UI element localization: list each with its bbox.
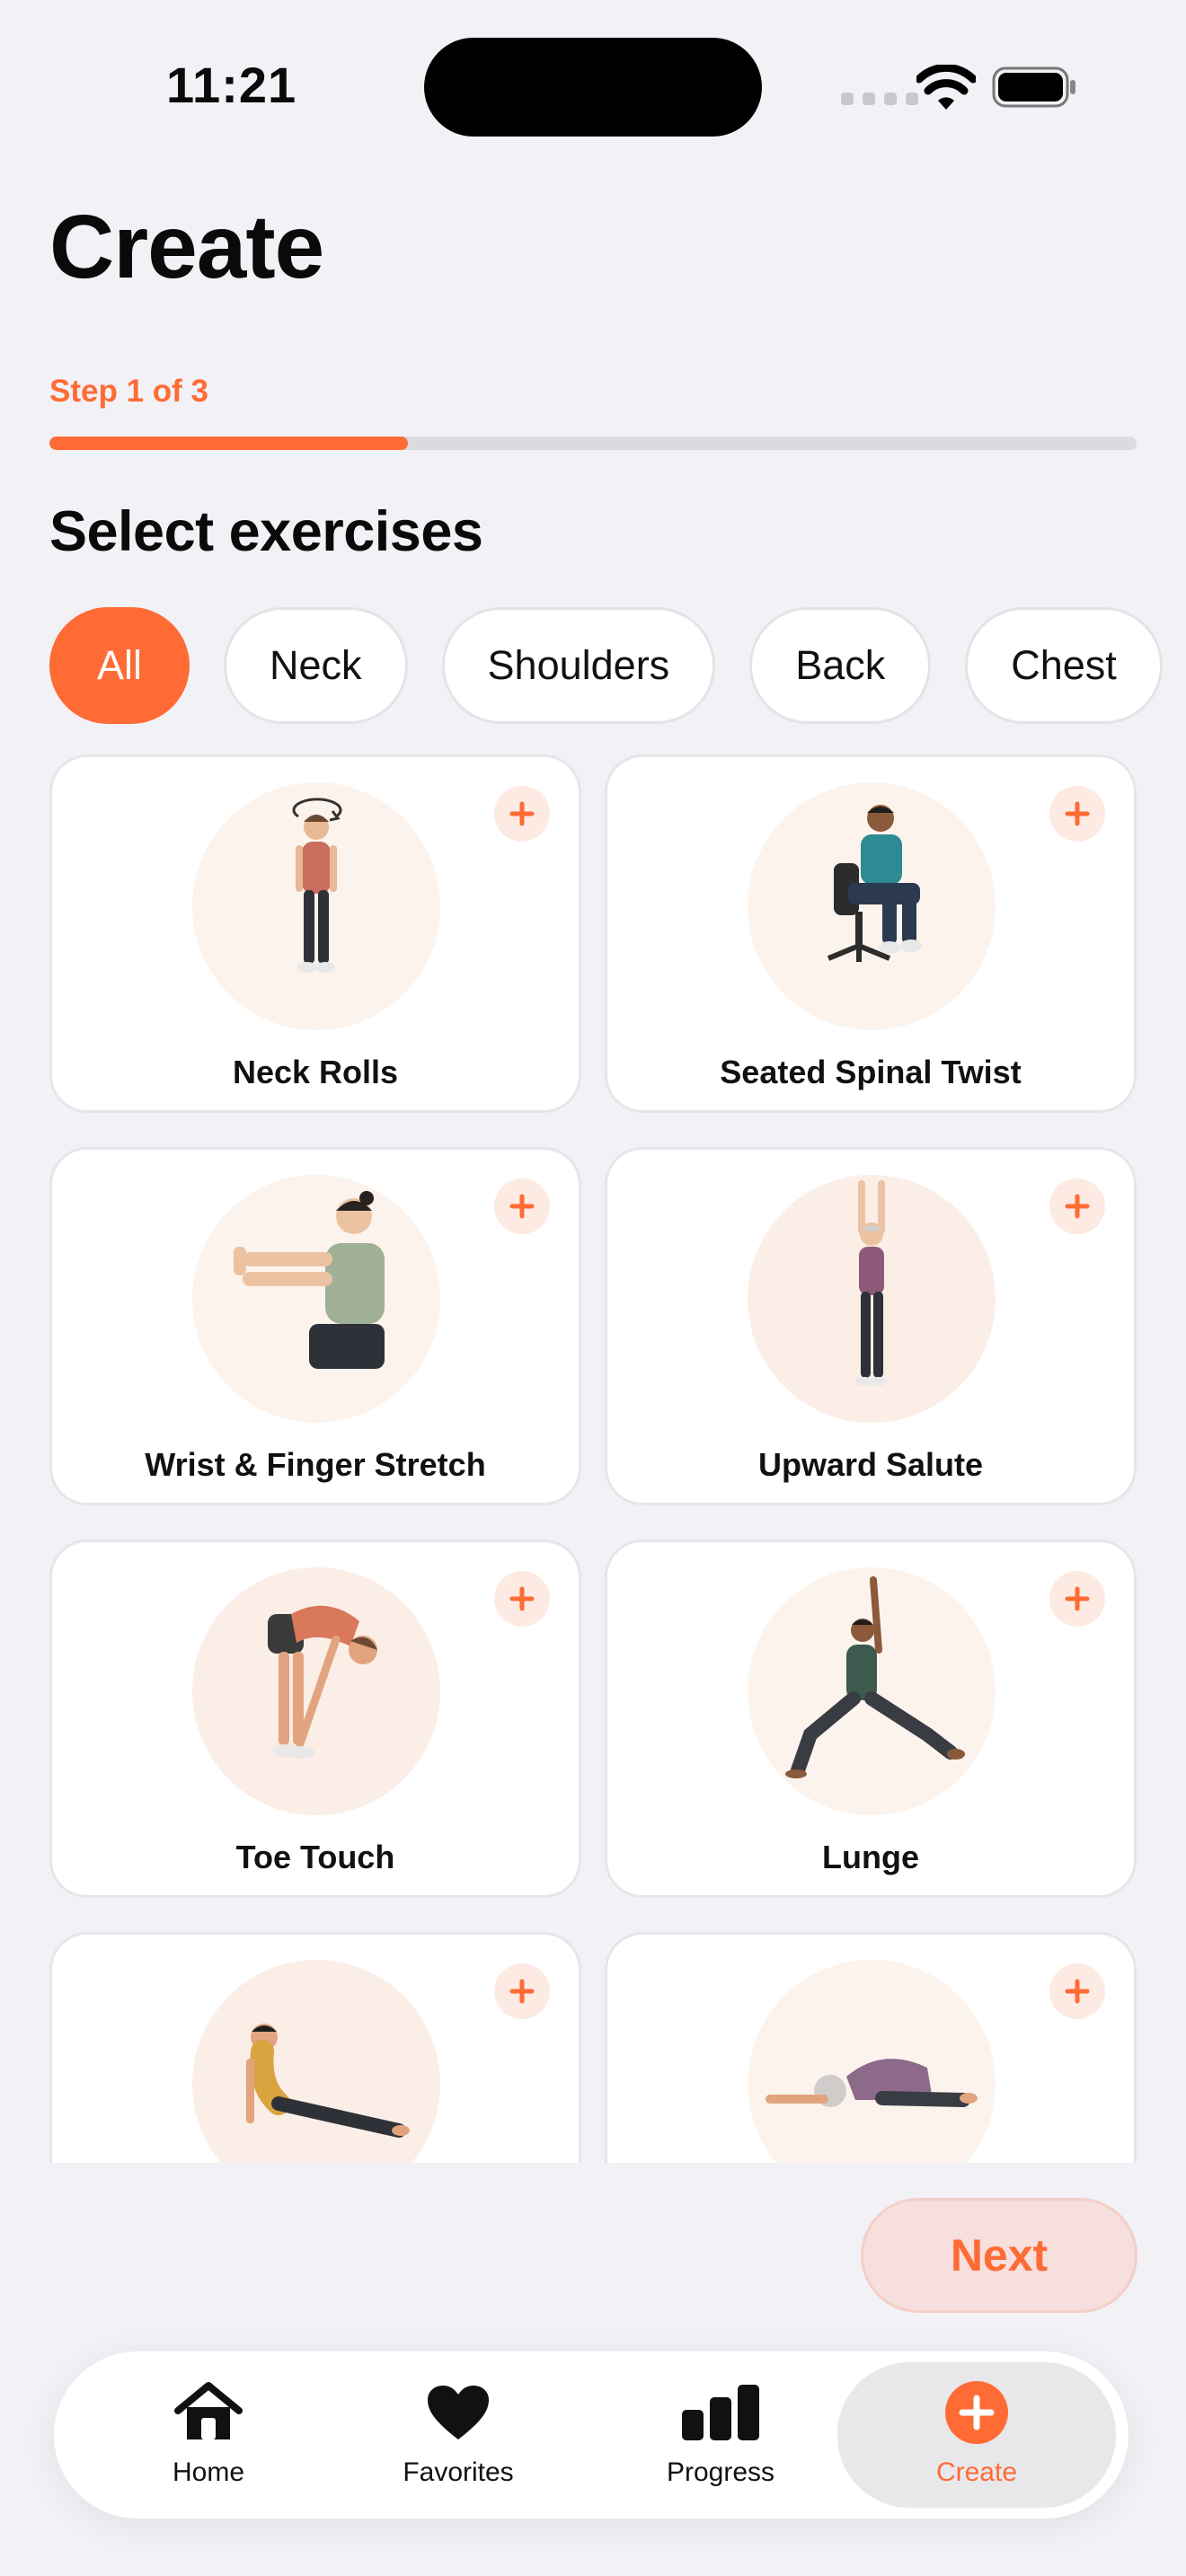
tab-label: Create — [935, 2457, 1018, 2487]
upward-salute-illustration — [748, 1175, 996, 1423]
exercise-name: Toe Touch — [235, 1839, 395, 1875]
filter-chip-all[interactable]: All — [49, 607, 190, 724]
exercise-name: Wrist & Finger Stretch — [145, 1446, 486, 1483]
plus-icon — [509, 1979, 535, 2004]
tab-progress[interactable]: Progress — [613, 2351, 828, 2519]
plus-icon — [1065, 1979, 1090, 2004]
wifi-icon — [916, 65, 976, 110]
plus-icon — [1065, 801, 1090, 826]
add-exercise-button[interactable] — [1049, 1571, 1105, 1627]
exercise-card-wrist-finger-stretch[interactable]: Wrist & Finger Stretch — [49, 1147, 581, 1505]
cobra-pose-illustration — [192, 1960, 440, 2163]
battery-icon — [992, 66, 1075, 108]
add-exercise-button[interactable] — [1049, 1178, 1105, 1234]
filter-chip-back[interactable]: Back — [749, 607, 932, 724]
toe-touch-illustration — [192, 1567, 440, 1815]
tab-favorites[interactable]: Favorites — [350, 2351, 566, 2519]
category-filter-chips: All Neck Shoulders Back Chest — [49, 607, 1163, 724]
home-icon — [173, 2380, 244, 2445]
plus-icon — [509, 1194, 535, 1219]
step-progress-fill — [49, 437, 409, 450]
exercise-grid-scroll[interactable]: Neck Rolls Seated Spinal Twist Wrist & F… — [0, 754, 1186, 2163]
next-button[interactable]: Next — [861, 2198, 1137, 2313]
add-exercise-button[interactable] — [1049, 786, 1105, 842]
bar-chart-icon — [680, 2380, 761, 2445]
childs-pose-illustration — [748, 1960, 996, 2163]
add-exercise-button[interactable] — [494, 1178, 550, 1234]
add-exercise-button[interactable] — [1049, 1963, 1105, 2019]
tab-home[interactable]: Home — [101, 2351, 316, 2519]
status-bar: 11:21 — [0, 0, 1186, 171]
filter-chip-neck[interactable]: Neck — [224, 607, 408, 724]
tab-label: Favorites — [403, 2457, 514, 2487]
exercise-name: Lunge — [822, 1839, 919, 1875]
tab-bar: Home Favorites Progress Create — [54, 2351, 1128, 2519]
heart-icon — [426, 2380, 491, 2445]
tab-label: Progress — [666, 2457, 775, 2487]
add-exercise-button[interactable] — [494, 1571, 550, 1627]
section-title: Select exercises — [49, 500, 483, 563]
plus-icon — [1065, 1194, 1090, 1219]
plus-circle-icon — [944, 2380, 1009, 2445]
plus-icon — [509, 1586, 535, 1611]
add-exercise-button[interactable] — [494, 786, 550, 842]
exercise-name: Seated Spinal Twist — [720, 1054, 1022, 1090]
exercise-card-upward-salute[interactable]: Upward Salute — [605, 1147, 1137, 1505]
exercise-card-cobra[interactable] — [49, 1932, 581, 2163]
lunge-illustration — [748, 1567, 996, 1815]
exercise-grid: Neck Rolls Seated Spinal Twist Wrist & F… — [49, 754, 1137, 2163]
exercise-card-childs-pose[interactable] — [605, 1932, 1137, 2163]
plus-icon — [509, 801, 535, 826]
exercise-name: Upward Salute — [757, 1446, 984, 1483]
wrist-stretch-illustration — [192, 1175, 440, 1423]
exercise-card-lunge[interactable]: Lunge — [605, 1539, 1137, 1898]
exercise-card-toe-touch[interactable]: Toe Touch — [49, 1539, 581, 1898]
neck-rolls-illustration — [192, 782, 440, 1030]
dynamic-island — [424, 38, 762, 137]
step-indicator: Step 1 of 3 — [49, 374, 208, 409]
exercise-card-neck-rolls[interactable]: Neck Rolls — [49, 754, 581, 1113]
exercise-card-seated-spinal-twist[interactable]: Seated Spinal Twist — [605, 754, 1137, 1113]
tab-label: Home — [172, 2457, 245, 2487]
tab-create[interactable]: Create — [837, 2362, 1116, 2508]
exercise-name: Neck Rolls — [232, 1054, 399, 1090]
filter-chip-chest[interactable]: Chest — [965, 607, 1163, 724]
add-exercise-button[interactable] — [494, 1963, 550, 2019]
page-title: Create — [49, 197, 324, 297]
seated-twist-illustration — [748, 782, 996, 1030]
filter-chip-shoulders[interactable]: Shoulders — [441, 607, 716, 724]
step-progress-bar — [49, 437, 1137, 450]
cellular-signal-icon — [841, 93, 918, 105]
status-time: 11:21 — [166, 57, 297, 113]
plus-icon — [1065, 1586, 1090, 1611]
